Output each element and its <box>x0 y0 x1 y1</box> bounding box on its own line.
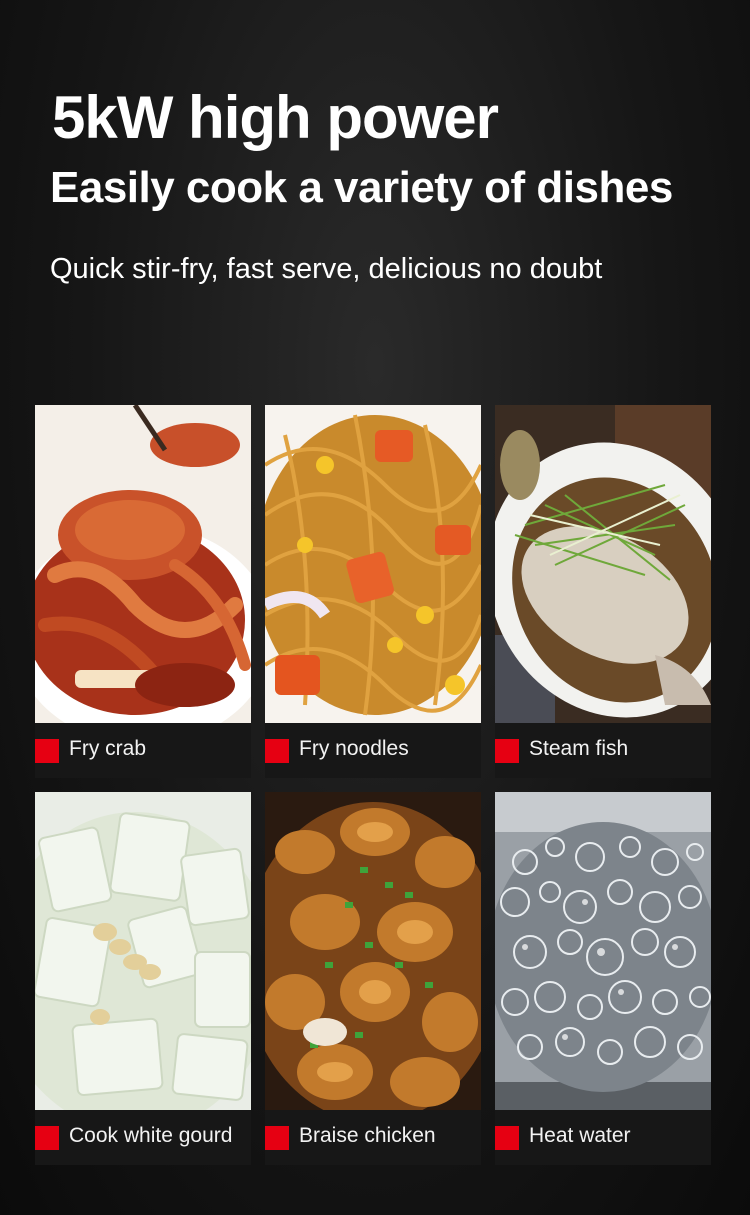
dish-caption: Cook white gourd <box>35 1110 251 1165</box>
chicken-photo <box>265 792 481 1110</box>
dish-label: Cook white gourd <box>69 1124 233 1147</box>
dish-card-heat-water: Heat water <box>495 792 711 1165</box>
dish-label: Braise chicken <box>299 1124 436 1147</box>
dish-label: Steam fish <box>529 737 629 760</box>
dish-caption: Fry crab <box>35 723 251 778</box>
fish-photo <box>495 405 711 723</box>
dish-card-fry-noodles: Fry noodles <box>265 405 481 778</box>
dish-card-fry-crab: Fry crab <box>35 405 251 778</box>
dish-caption: Braise chicken <box>265 1110 481 1165</box>
dish-card-cook-white-gourd: Cook white gourd <box>35 792 251 1165</box>
dish-caption: Heat water <box>495 1110 711 1165</box>
noodles-photo <box>265 405 481 723</box>
dish-card-braise-chicken: Braise chicken <box>265 792 481 1165</box>
crab-photo <box>35 405 251 723</box>
red-square-icon <box>35 739 59 763</box>
red-square-icon <box>495 739 519 763</box>
red-square-icon <box>265 1126 289 1150</box>
headline: 5kW high power <box>52 84 499 151</box>
red-square-icon <box>35 1126 59 1150</box>
dish-caption: Fry noodles <box>265 723 481 778</box>
dish-card-steam-fish: Steam fish <box>495 405 711 778</box>
dish-label: Fry noodles <box>299 737 409 760</box>
red-square-icon <box>495 1126 519 1150</box>
subheadline: Easily cook a variety of dishes <box>50 163 673 212</box>
boiling-water-photo <box>495 792 711 1110</box>
white-gourd-photo <box>35 792 251 1110</box>
dish-label: Fry crab <box>69 737 147 760</box>
tagline: Quick stir-fry, fast serve, delicious no… <box>50 253 603 285</box>
dish-caption: Steam fish <box>495 723 711 778</box>
dish-label: Heat water <box>529 1124 631 1147</box>
red-square-icon <box>265 739 289 763</box>
